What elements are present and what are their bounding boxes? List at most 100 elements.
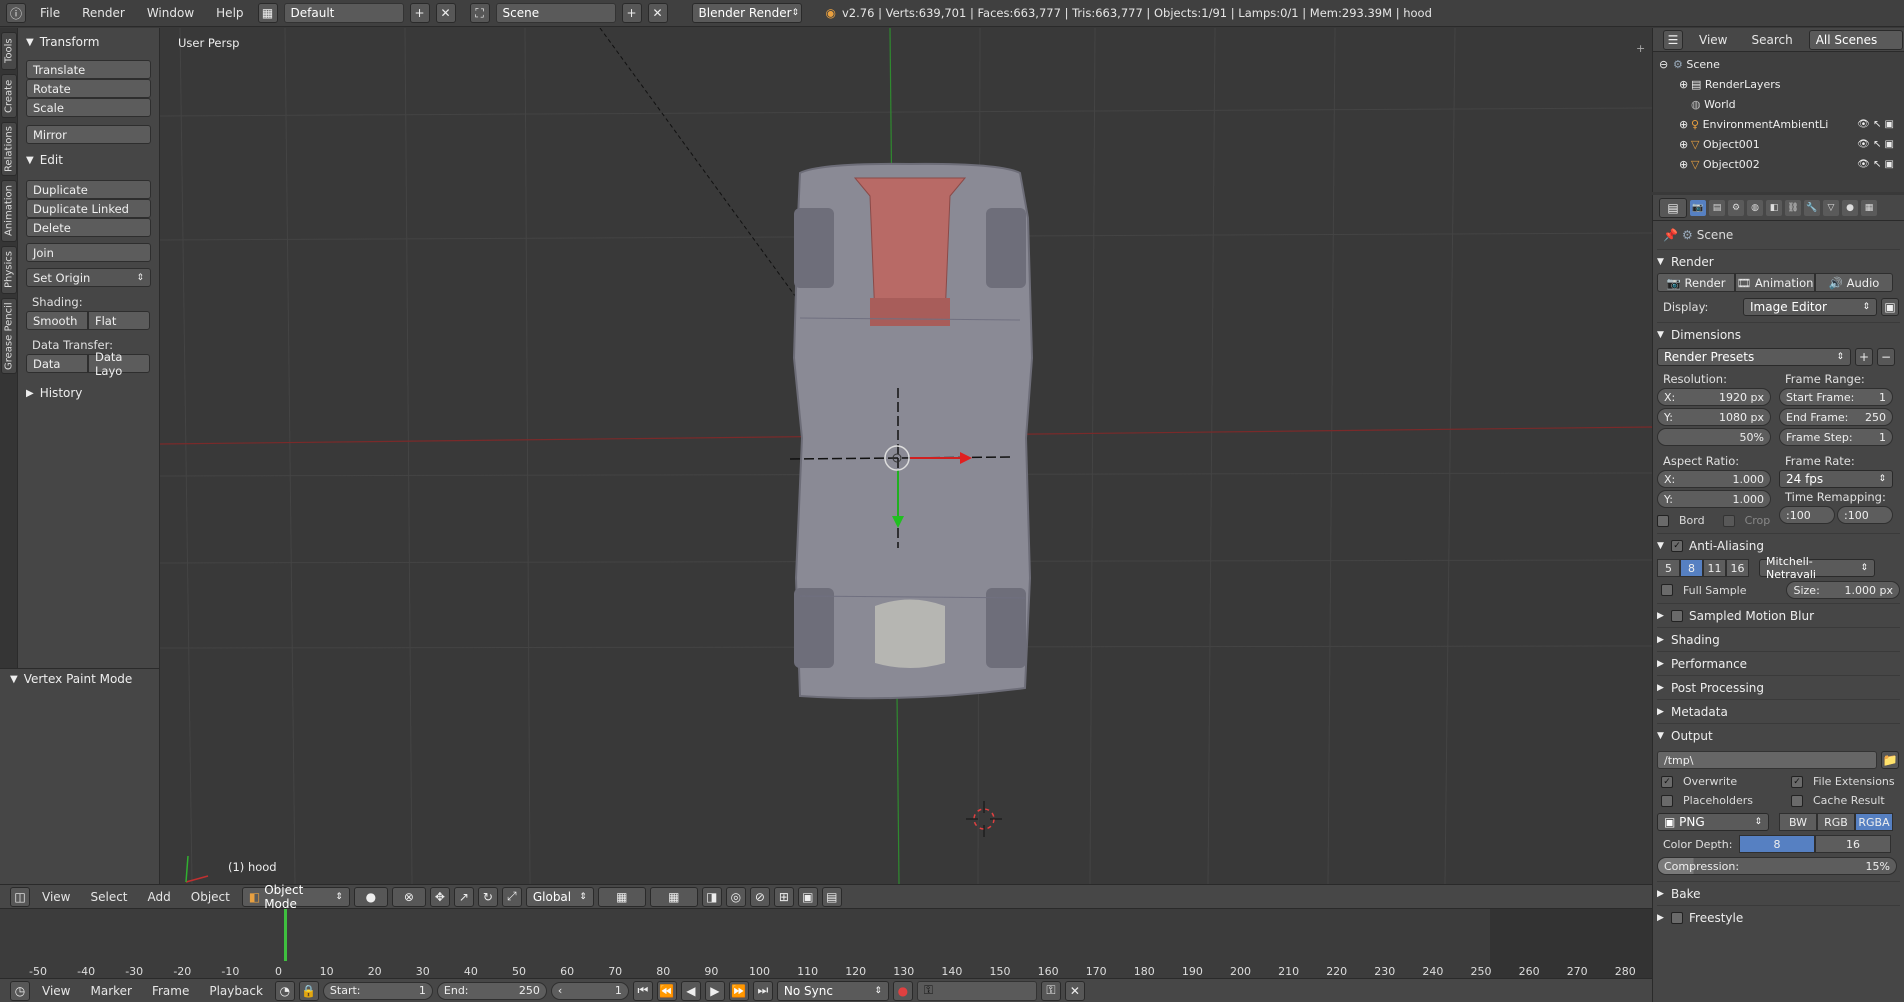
menu-help[interactable]: Help bbox=[208, 6, 251, 20]
tab-physics[interactable]: Physics bbox=[1, 246, 17, 294]
play-icon[interactable]: ▶ bbox=[704, 980, 725, 1001]
join-button[interactable]: Join bbox=[26, 243, 151, 262]
scale-manipulator-icon[interactable]: ⤢ bbox=[501, 886, 522, 907]
flat-button[interactable]: Flat bbox=[88, 311, 150, 330]
filter-size-field[interactable]: Size: 1.000 px bbox=[1786, 581, 1901, 599]
viewport-shading-icon[interactable]: ● bbox=[353, 886, 388, 907]
placeholders-checkbox[interactable] bbox=[1661, 794, 1673, 807]
audio-button[interactable]: 🔊 Audio bbox=[1815, 273, 1893, 292]
history-panel-header[interactable]: ▶ History bbox=[26, 383, 151, 403]
opengl-render-icon[interactable]: ▣ bbox=[797, 886, 818, 907]
translate-button[interactable]: Translate bbox=[26, 60, 151, 79]
jump-start-icon[interactable]: ⏮ bbox=[632, 980, 653, 1001]
rgb-option[interactable]: RGB bbox=[1817, 813, 1855, 831]
scene-icon[interactable]: ⛶ bbox=[469, 3, 490, 23]
current-frame-field[interactable]: ‹ 1 bbox=[550, 981, 629, 1000]
bake-panel-header[interactable]: ▶ Bake bbox=[1657, 881, 1900, 905]
object-menu[interactable]: Object bbox=[183, 890, 238, 904]
next-keyframe-icon[interactable]: ⏩ bbox=[728, 980, 749, 1001]
eye-icon[interactable]: 👁 ↖ ▣ bbox=[1857, 139, 1894, 150]
delete-button[interactable]: Delete bbox=[26, 218, 151, 237]
set-origin-dropdown[interactable]: Set Origin ⇕ bbox=[26, 268, 151, 287]
aspect-y-field[interactable]: Y: 1.000 bbox=[1657, 490, 1771, 508]
play-reverse-icon[interactable]: ◀ bbox=[680, 980, 701, 1001]
display-select[interactable]: Image Editor ⇕ bbox=[1743, 298, 1877, 316]
scene-tab-icon[interactable]: ⚙ bbox=[1728, 199, 1744, 216]
material-tab-icon[interactable]: ● bbox=[1842, 199, 1858, 216]
aa-sample-option[interactable]: 16 bbox=[1726, 559, 1749, 577]
mode-select[interactable]: ◧ Object Mode ⇕ bbox=[241, 883, 350, 911]
render-panel-header[interactable]: ▼ Render bbox=[1657, 249, 1900, 273]
render-layer-icon[interactable]: ◨ bbox=[701, 886, 722, 907]
color-depth-selector[interactable]: 8 16 bbox=[1739, 835, 1891, 853]
aa-checkbox[interactable]: ✓ bbox=[1671, 539, 1683, 552]
keying-set-field[interactable]: ⚿ bbox=[916, 980, 1037, 1001]
render-presets-select[interactable]: Render Presets ⇕ bbox=[1657, 348, 1851, 366]
start-frame-field[interactable]: Start: 1 bbox=[322, 981, 433, 1000]
outliner-row[interactable]: ⊕ ▽ Object002 👁 ↖ ▣ bbox=[1659, 154, 1904, 174]
snap-toggle-icon[interactable]: ⊘ bbox=[749, 886, 770, 907]
vertex-paint-mode-header[interactable]: ▼ Vertex Paint Mode bbox=[0, 669, 159, 689]
record-icon[interactable]: ● bbox=[892, 980, 913, 1001]
data-tab-icon[interactable]: ▽ bbox=[1823, 199, 1839, 216]
full-sample-checkbox[interactable] bbox=[1661, 584, 1673, 596]
outliner-editor-icon[interactable]: ☰ bbox=[1663, 29, 1683, 50]
outliner-search-menu[interactable]: Search bbox=[1743, 33, 1800, 47]
tab-tools[interactable]: Tools bbox=[1, 32, 17, 70]
lock-interface-icon[interactable]: ▣ bbox=[1881, 298, 1899, 316]
anti-aliasing-panel-header[interactable]: ▼ ✓ Anti-Aliasing bbox=[1657, 533, 1900, 557]
view-menu[interactable]: View bbox=[34, 890, 78, 904]
end-frame-field[interactable]: End: 250 bbox=[436, 981, 547, 1000]
border-checkbox[interactable] bbox=[1657, 514, 1669, 527]
aa-sample-option[interactable]: 11 bbox=[1703, 559, 1726, 577]
manipulator-toggle-icon[interactable]: ✥ bbox=[429, 886, 450, 907]
freestyle-checkbox[interactable] bbox=[1671, 911, 1683, 924]
add-scene-icon[interactable]: + bbox=[621, 3, 642, 23]
depth-16-option[interactable]: 16 bbox=[1815, 835, 1891, 853]
timeline[interactable]: -50 -40 -30 -20 -10 0 10 20 30 40 50 60 70 80 90 100 110… bbox=[0, 908, 1652, 979]
layout-field[interactable]: Default bbox=[283, 3, 404, 23]
outliner-row[interactable]: ⊖ ⚙ Scene bbox=[1659, 54, 1904, 74]
outliner-view-menu[interactable]: View bbox=[1691, 33, 1735, 47]
snap-element-icon[interactable]: ⊞ bbox=[773, 886, 794, 907]
end-frame-prop[interactable]: End Frame: 250 bbox=[1779, 408, 1893, 426]
aa-sample-option[interactable]: 5 bbox=[1657, 559, 1680, 577]
render-animation-icon[interactable]: ▤ bbox=[821, 886, 842, 907]
fps-select[interactable]: 24 fps ⇕ bbox=[1779, 470, 1893, 488]
editor-type-icon[interactable]: ◫ bbox=[10, 886, 30, 907]
remap-old-field[interactable]: :100 bbox=[1779, 506, 1835, 524]
res-percent-field[interactable]: 50% bbox=[1657, 428, 1771, 446]
aspect-x-field[interactable]: X: 1.000 bbox=[1657, 470, 1771, 488]
remove-scene-icon[interactable]: ✕ bbox=[647, 3, 668, 23]
delete-keyframe-icon[interactable]: ✕ bbox=[1064, 980, 1085, 1001]
color-mode-selector[interactable]: BW RGB RGBA bbox=[1779, 813, 1893, 831]
mirror-button[interactable]: Mirror bbox=[26, 125, 151, 144]
orientation-select[interactable]: Global ⇕ bbox=[525, 886, 594, 907]
add-layout-icon[interactable]: + bbox=[409, 3, 430, 23]
tl-frame-menu[interactable]: Frame bbox=[144, 984, 197, 998]
data-button[interactable]: Data bbox=[26, 354, 88, 373]
file-format-select[interactable]: ▣ PNG ⇕ bbox=[1657, 813, 1769, 831]
menu-file[interactable]: File bbox=[32, 6, 68, 20]
constraints-tab-icon[interactable]: ⛓ bbox=[1785, 199, 1801, 216]
aa-filter-select[interactable]: Mitchell-Netravali ⇕ bbox=[1759, 555, 1875, 581]
motion-blur-panel-header[interactable]: ▶ Sampled Motion Blur bbox=[1657, 603, 1900, 627]
render-button[interactable]: 📷 Render bbox=[1657, 273, 1735, 292]
transform-panel-header[interactable]: ▼ Transform bbox=[26, 32, 151, 52]
motion-blur-checkbox[interactable] bbox=[1671, 609, 1683, 622]
smooth-button[interactable]: Smooth bbox=[26, 311, 88, 330]
bw-option[interactable]: BW bbox=[1779, 813, 1817, 831]
depth-8-option[interactable]: 8 bbox=[1739, 835, 1815, 853]
world-tab-icon[interactable]: ◍ bbox=[1747, 199, 1763, 216]
pin-icon[interactable]: 📌 bbox=[1663, 228, 1678, 242]
expand-plus-icon[interactable]: + bbox=[1636, 42, 1645, 55]
menu-window[interactable]: Window bbox=[139, 6, 202, 20]
properties-editor-icon[interactable]: ▤ bbox=[1659, 197, 1687, 218]
metadata-panel-header[interactable]: ▶ Metadata bbox=[1657, 699, 1900, 723]
eye-icon[interactable]: 👁 ↖ ▣ bbox=[1857, 159, 1894, 170]
pivot-point-icon[interactable]: ⊗ bbox=[391, 886, 426, 907]
crop-checkbox[interactable] bbox=[1722, 514, 1735, 527]
render-tab-icon[interactable]: 📷 bbox=[1690, 199, 1706, 216]
lock-icon[interactable]: 🔒 bbox=[298, 980, 319, 1001]
object-tab-icon[interactable]: ◧ bbox=[1766, 199, 1782, 216]
